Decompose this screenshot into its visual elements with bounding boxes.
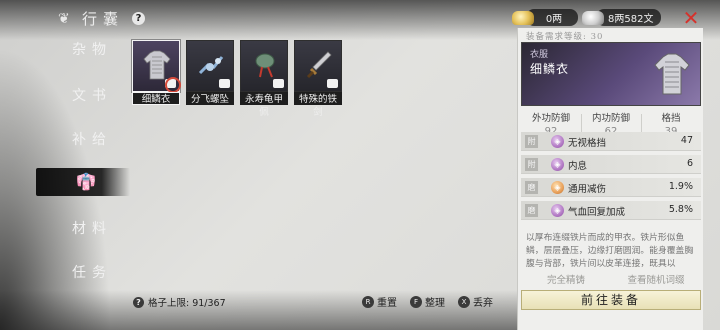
help-icon[interactable]: ? xyxy=(133,296,144,308)
nav-item-documents[interactable]: 文书 xyxy=(72,85,132,105)
attribute-badge: 磨 xyxy=(525,204,538,217)
attribute-row[interactable]: 磨 ◈ 气血回复加成 5.8% xyxy=(521,201,701,220)
armor-icon xyxy=(143,50,171,80)
key-hint-icon: F xyxy=(410,295,422,308)
detail-footer: 完全精铸 查看随机词缀 xyxy=(521,273,701,289)
inventory-slot-pendant[interactable]: 分飞螺坠 xyxy=(186,40,234,105)
attribute-value: 1.9% xyxy=(668,181,693,192)
item-label: 永寿龟甲佩 xyxy=(240,92,288,118)
silver-currency: 8两582文 xyxy=(582,9,662,26)
bag-icon: ❦ xyxy=(58,10,70,27)
item-tag-icon xyxy=(273,79,284,88)
robe-icon: 👘 xyxy=(76,172,96,191)
purple-gem-icon: ◈ xyxy=(551,204,564,217)
attribute-value: 47 xyxy=(680,135,693,146)
purple-gem-icon: ◈ xyxy=(551,135,564,148)
silver-ingot-icon xyxy=(582,10,604,25)
attribute-badge: 磨 xyxy=(525,181,538,194)
item-name: 细鳞衣 xyxy=(530,62,570,76)
item-tag-icon xyxy=(219,79,230,88)
inventory-slot-tortoise-pendant[interactable]: 永寿龟甲佩 xyxy=(240,40,288,118)
item-label: 细鳞衣 xyxy=(132,92,180,105)
orange-gem-icon: ◈ xyxy=(551,181,564,194)
nav-item-supplies[interactable]: 补给 xyxy=(72,129,132,149)
attribute-value: 5.8% xyxy=(668,204,693,215)
nav-item-equipment[interactable]: 👘 xyxy=(36,168,130,196)
attribute-row[interactable]: 附 ◈ 内息 6 xyxy=(521,155,701,174)
attribute-name: 内息 xyxy=(568,161,588,172)
item-description: 以厚布连缀铁片而成的甲衣。铁片形似鱼鳞，层层叠压，边缘打磨圆润。能身覆盖胸腹与背… xyxy=(526,233,694,269)
attribute-row[interactable]: 磨 ◈ 通用减伤 1.9% xyxy=(521,178,701,197)
view-random-affix-link[interactable]: 查看随机词缀 xyxy=(611,273,701,289)
key-hint-icon: R xyxy=(362,295,374,308)
sword-icon xyxy=(306,51,332,79)
gold-ingot-icon xyxy=(512,10,534,25)
level-requirement: 装备需求等级: 30 xyxy=(526,32,604,42)
item-hero-card: 衣服 细鳞衣 xyxy=(521,42,701,106)
equipped-marker-icon xyxy=(165,77,181,93)
gold-currency: 0两 xyxy=(512,9,578,26)
item-detail-panel: 装备需求等级: 30 衣服 细鳞衣 外功防御 92 内功防御 62 格挡 39 … xyxy=(517,28,703,330)
jade-pendant-icon xyxy=(255,53,275,78)
page-title: 行囊 xyxy=(82,10,125,28)
pendant-icon xyxy=(198,56,224,75)
silver-amount: 8两582文 xyxy=(596,9,662,26)
attribute-name: 无视格挡 xyxy=(568,138,607,149)
item-label: 分飞螺坠 xyxy=(186,92,234,105)
capacity-text: 格子上限: 91/367 xyxy=(148,298,226,309)
purple-gem-icon: ◈ xyxy=(551,158,564,171)
capacity-indicator: ? 格子上限: 91/367 xyxy=(133,295,226,309)
inventory-slot-iron-sword[interactable]: 特殊的铁剑 xyxy=(294,40,342,118)
attribute-name: 气血回复加成 xyxy=(568,207,626,218)
close-button[interactable]: ✕ xyxy=(680,7,702,29)
discard-button[interactable]: X 丢弃 xyxy=(458,294,493,309)
reset-button[interactable]: R 重置 xyxy=(362,294,397,309)
fully-forged-label: 完全精铸 xyxy=(546,275,585,286)
nav-item-quests[interactable]: 任务 xyxy=(72,262,132,282)
sort-label: 整理 xyxy=(425,298,445,309)
inventory-slot-scale-armor[interactable]: 细鳞衣 xyxy=(132,40,181,105)
item-category: 衣服 xyxy=(530,50,549,60)
nav-item-materials[interactable]: 材料 xyxy=(72,218,132,238)
armor-icon xyxy=(654,53,690,95)
attribute-row[interactable]: 附 ◈ 无视格挡 47 xyxy=(521,132,701,151)
help-icon[interactable]: ? xyxy=(132,12,146,25)
item-label: 特殊的铁剑 xyxy=(294,92,342,118)
go-equip-button[interactable]: 前往装备 xyxy=(521,290,701,310)
item-tag-icon xyxy=(327,79,338,88)
attribute-badge: 附 xyxy=(525,135,538,148)
attribute-badge: 附 xyxy=(525,158,538,171)
sort-button[interactable]: F 整理 xyxy=(410,294,445,309)
nav-item-misc[interactable]: 杂物 xyxy=(72,39,132,59)
discard-label: 丢弃 xyxy=(473,298,493,309)
attribute-value: 6 xyxy=(686,158,693,169)
key-hint-icon: X xyxy=(458,295,470,308)
header: ❦ 行囊 ? xyxy=(58,8,146,29)
reset-label: 重置 xyxy=(377,298,397,309)
attribute-name: 通用减伤 xyxy=(568,184,607,195)
